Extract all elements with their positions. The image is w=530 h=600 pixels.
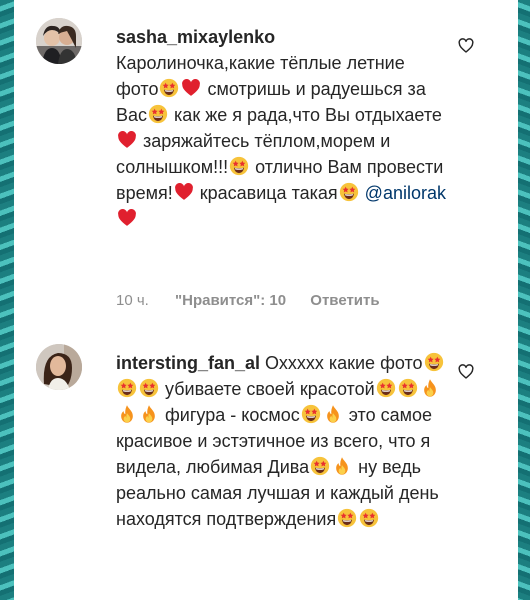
comments-panel: sasha_mixaylenko Каролиночка,какие тёплые… [14,0,518,600]
heart-emoji-icon [117,130,137,150]
comment-text-segment: Охххxx какие фото [260,353,423,373]
star-struck-emoji-icon [159,78,179,98]
comment-text-segment: как же я рада,что Вы отдыхаете [169,105,442,125]
star-struck-emoji-icon [359,508,379,528]
star-struck-emoji-icon [398,378,418,398]
star-struck-emoji-icon [339,182,359,202]
comment-text-segment: фигура - космос [160,405,300,425]
likes-count-button[interactable]: "Нравится": 10 [175,292,286,309]
star-struck-emoji-icon [229,156,249,176]
star-struck-emoji-icon [424,352,444,372]
background-left-edge [0,0,14,600]
like-comment-heart-icon[interactable] [458,364,474,380]
fire-emoji-icon [139,404,159,424]
star-struck-emoji-icon [301,404,321,424]
comment-text-segment: убиваете своей красотой [160,379,375,399]
fire-emoji-icon [117,404,137,424]
like-comment-heart-icon[interactable] [458,38,474,54]
comment-time: 10 ч. [116,292,149,309]
reply-button[interactable]: Ответить [310,292,379,309]
fire-emoji-icon [323,404,343,424]
comment-text: sasha_mixaylenko Каролиночка,какие тёплые… [116,24,446,232]
star-struck-emoji-icon [117,378,137,398]
star-struck-emoji-icon [337,508,357,528]
comment-username[interactable]: intersting_fan_al [116,353,260,373]
star-struck-emoji-icon [148,104,168,124]
comment-username[interactable]: sasha_mixaylenko [116,27,275,47]
mention-link[interactable]: @anilorak [365,183,446,203]
fire-emoji-icon [332,456,352,476]
comment-text-segment: красавица такая [194,183,338,203]
comment-text: intersting_fan_al Охххxx какие фото убив… [116,350,446,532]
comment-body: Каролиночка,какие тёплые летние фото смо… [116,53,446,229]
comment-body: Охххxx какие фото убиваете своей красото… [116,352,445,529]
star-struck-emoji-icon [376,378,396,398]
comment-meta: 10 ч. "Нравится": 10 Ответить [116,292,400,309]
fire-emoji-icon [420,378,440,398]
heart-emoji-icon [174,182,194,202]
avatar[interactable] [36,344,82,390]
star-struck-emoji-icon [139,378,159,398]
avatar[interactable] [36,18,82,64]
heart-emoji-icon [117,208,137,228]
heart-emoji-icon [181,78,201,98]
star-struck-emoji-icon [310,456,330,476]
background-right-edge [518,0,530,600]
